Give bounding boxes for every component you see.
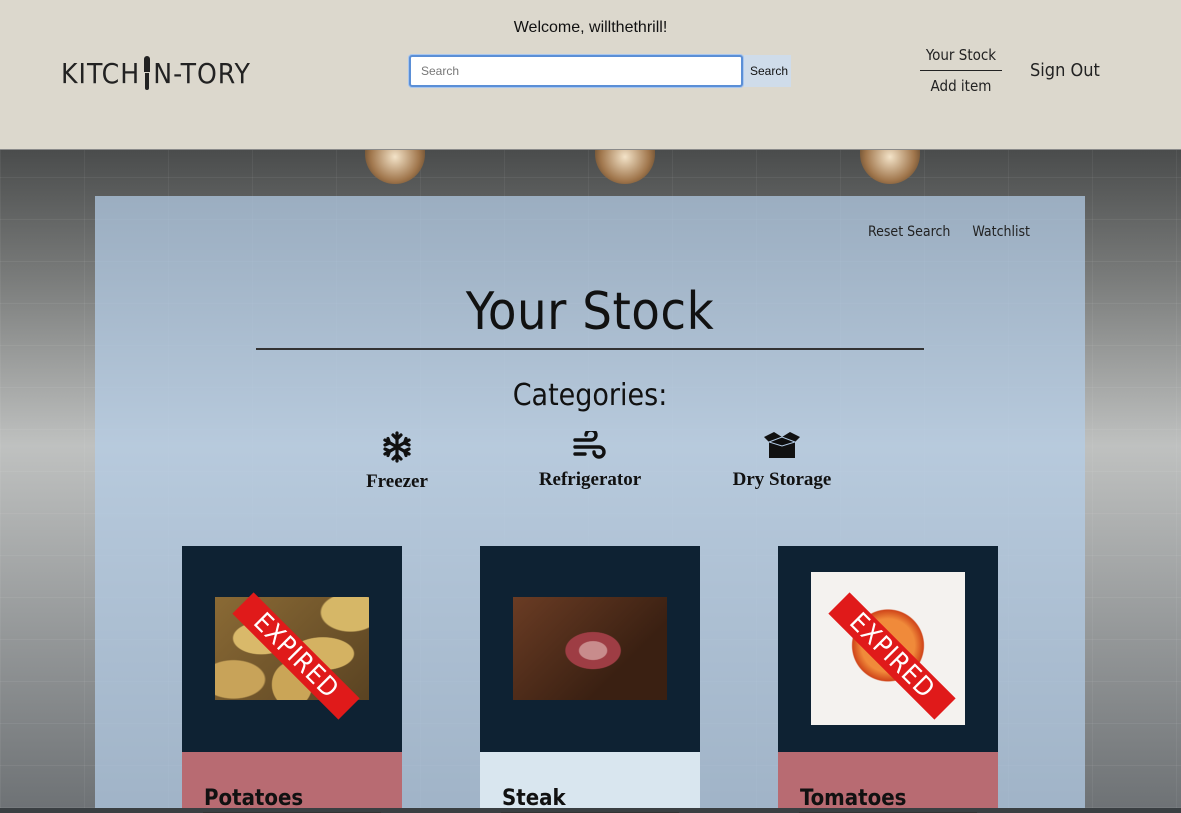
kitchentory-logo[interactable]: KITCH N-TORY [61, 56, 251, 90]
categories-heading: Categories: [512, 378, 668, 413]
stock-panel: Reset Search Watchlist Your Stock Catego… [95, 196, 1085, 813]
item-card-tomatoes[interactable]: EXPIRED Tomatoes [778, 546, 998, 813]
item-name: Steak [502, 786, 566, 811]
lamp-decoration [365, 150, 425, 184]
snowflake-icon [383, 431, 411, 463]
category-label: Dry Storage [732, 469, 832, 490]
sign-out-link[interactable]: Sign Out [1030, 60, 1100, 81]
search-button[interactable]: Search [744, 55, 791, 87]
page-title: Your Stock [465, 282, 715, 342]
lamp-decoration [860, 150, 920, 184]
item-card-potatoes[interactable]: EXPIRED Potatoes [182, 546, 402, 813]
box-open-icon [764, 432, 800, 458]
wind-icon [573, 431, 606, 459]
watchlist-link[interactable]: Watchlist [972, 224, 1030, 240]
item-card-steak[interactable]: Steak [480, 546, 700, 813]
logo-text-left: KITCH [61, 56, 141, 90]
panel-links: Reset Search Watchlist [868, 224, 1030, 240]
search-input[interactable] [409, 55, 743, 87]
lamp-decoration [595, 150, 655, 184]
app-header: KITCH N-TORY Welcome, willthethrill! Sear… [0, 0, 1181, 150]
category-freezer[interactable]: Freezer [347, 431, 447, 493]
card-footer: Tomatoes [778, 752, 998, 813]
logo-text-right: N-TORY [153, 56, 251, 90]
search-bar: Search [409, 55, 791, 87]
nav-your-stock[interactable]: Your Stock [920, 44, 1002, 71]
category-dry-storage[interactable]: Dry Storage [727, 431, 837, 491]
reset-search-link[interactable]: Reset Search [868, 224, 950, 240]
item-photo [513, 597, 667, 700]
category-label: Freezer [366, 471, 428, 492]
nav-add-item[interactable]: Add item [920, 75, 1002, 101]
title-divider [256, 348, 924, 350]
knife-icon [143, 56, 151, 90]
main-nav: Your Stock Add item [920, 44, 1002, 101]
card-footer: Potatoes [182, 752, 402, 813]
item-name: Potatoes [204, 786, 304, 811]
card-footer: Steak [480, 752, 700, 813]
category-label: Refrigerator [538, 469, 642, 490]
welcome-message: Welcome, willthethrill! [513, 19, 668, 36]
category-refrigerator[interactable]: Refrigerator [530, 431, 650, 491]
item-name: Tomatoes [800, 786, 907, 811]
